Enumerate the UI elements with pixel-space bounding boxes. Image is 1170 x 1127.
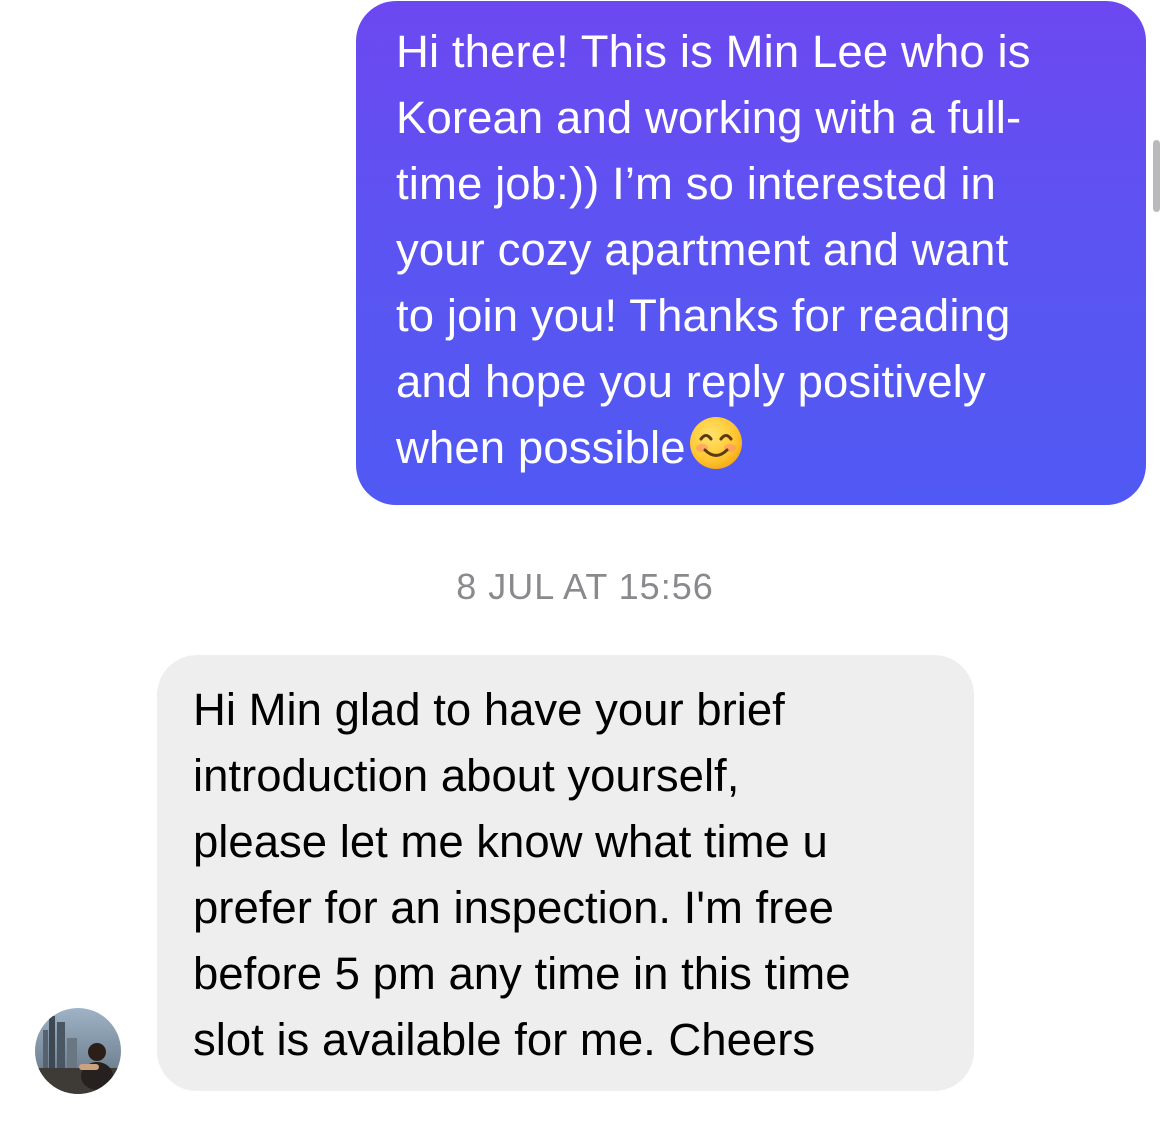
message-line: Korean and working with a full- bbox=[396, 92, 1022, 143]
smiling-face-emoji-icon bbox=[688, 415, 744, 489]
timestamp-text: 8 JUL AT 15:56 bbox=[456, 566, 714, 607]
message-line: slot is available for me. Cheers bbox=[193, 1014, 816, 1065]
message-line: please let me know what time u bbox=[193, 816, 828, 867]
message-line: prefer for an inspection. I'm free bbox=[193, 882, 834, 933]
message-line: your cozy apartment and want bbox=[396, 224, 1009, 275]
message-line: to join you! Thanks for reading bbox=[396, 290, 1011, 341]
incoming-message-bubble[interactable]: Hi Min glad to have your brief introduct… bbox=[157, 655, 974, 1091]
message-line: and hope you reply positively bbox=[396, 356, 986, 407]
avatar-photo-icon bbox=[35, 1008, 121, 1094]
message-line-last: when possible bbox=[396, 415, 1116, 489]
message-line: introduction about yourself, bbox=[193, 750, 740, 801]
message-line: time job:)) I’m so interested in bbox=[396, 158, 996, 209]
message-line: before 5 pm any time in this time bbox=[193, 948, 851, 999]
message-timestamp: 8 JUL AT 15:56 bbox=[0, 566, 1170, 608]
outgoing-message-bubble[interactable]: Hi there! This is Min Lee who is Korean … bbox=[356, 1, 1146, 505]
message-line: Hi there! This is Min Lee who is bbox=[396, 26, 1031, 77]
message-line-text: when possible bbox=[396, 422, 686, 473]
message-line: Hi Min glad to have your brief bbox=[193, 684, 785, 735]
message-thread: Hi there! This is Min Lee who is Korean … bbox=[0, 0, 1170, 1127]
scroll-indicator[interactable] bbox=[1153, 140, 1160, 212]
sender-avatar[interactable] bbox=[35, 1008, 121, 1094]
